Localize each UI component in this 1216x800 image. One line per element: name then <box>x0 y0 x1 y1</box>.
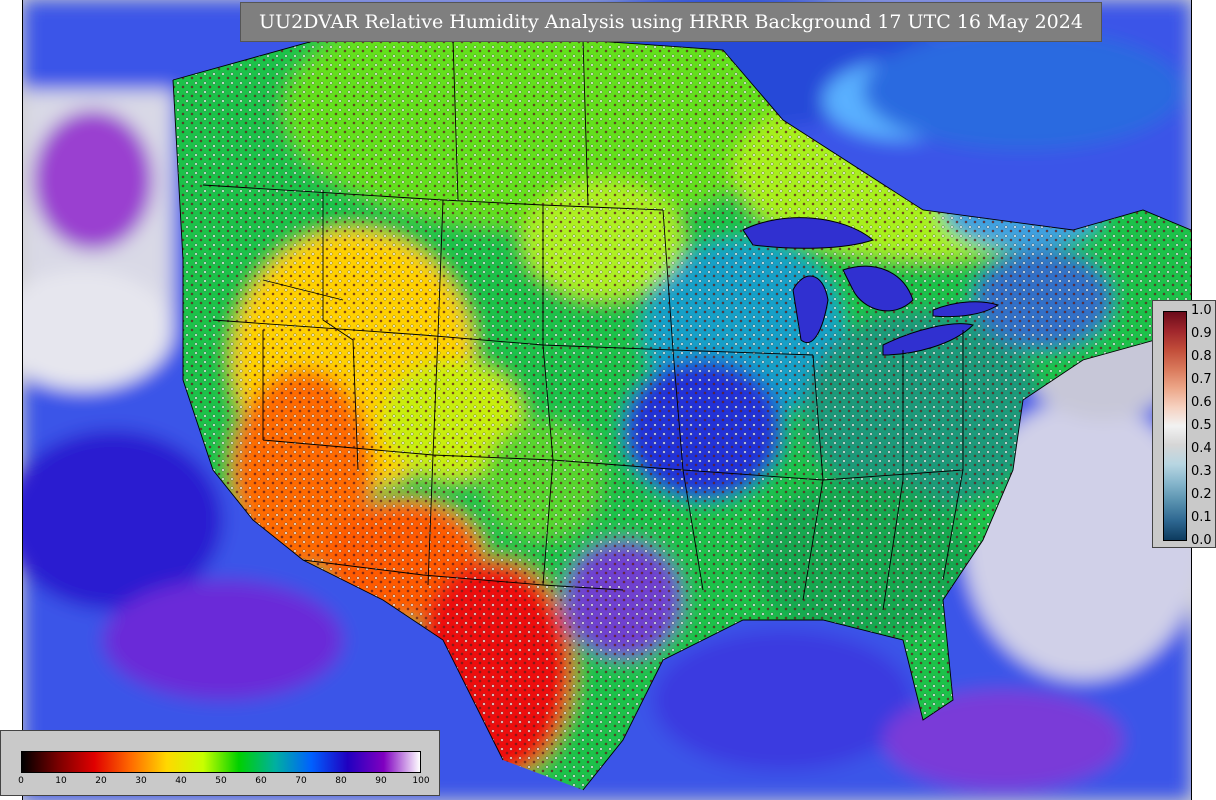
observation-tick-label: 60 <box>255 776 267 786</box>
rh-tick-label: 0.8 <box>1191 349 1212 364</box>
observation-tick-label: 20 <box>95 776 107 786</box>
rh-tick-label: 1.0 <box>1191 303 1212 318</box>
observation-colorbar <box>21 751 421 773</box>
rh-colorbar-legend: 1.0 0.9 0.8 0.7 0.6 0.5 0.4 0.3 0.2 0.1 0.0 <box>1152 300 1216 548</box>
rh-tick-label: 0.0 <box>1191 533 1212 548</box>
rh-colorbar <box>1163 311 1187 541</box>
rh-tick-label: 0.6 <box>1191 395 1212 410</box>
observation-tick-label: 70 <box>295 776 307 786</box>
relative-humidity-map <box>23 0 1191 800</box>
map-title: UU2DVAR Relative Humidity Analysis using… <box>240 2 1102 42</box>
rh-tick-label: 0.2 <box>1191 487 1212 502</box>
observation-tick-label: 90 <box>375 776 387 786</box>
observation-tick-label: 40 <box>175 776 187 786</box>
rh-tick-label: 0.3 <box>1191 464 1212 479</box>
rh-tick-label: 0.1 <box>1191 510 1212 525</box>
observation-tick-label: 100 <box>412 776 430 786</box>
rh-tick-label: 0.9 <box>1191 326 1212 341</box>
rh-tick-label: 0.4 <box>1191 441 1212 456</box>
observation-tick-label: 0 <box>18 776 24 786</box>
observation-tick-label: 10 <box>55 776 67 786</box>
observation-colorbar-legend: 0 10 20 30 40 50 60 70 80 90 100 <box>0 730 440 796</box>
map-panel <box>22 0 1192 800</box>
observation-tick-label: 30 <box>135 776 147 786</box>
observation-tick-label: 50 <box>215 776 227 786</box>
observation-tick-label: 80 <box>335 776 347 786</box>
rh-tick-label: 0.7 <box>1191 372 1212 387</box>
rh-tick-label: 0.5 <box>1191 418 1212 433</box>
